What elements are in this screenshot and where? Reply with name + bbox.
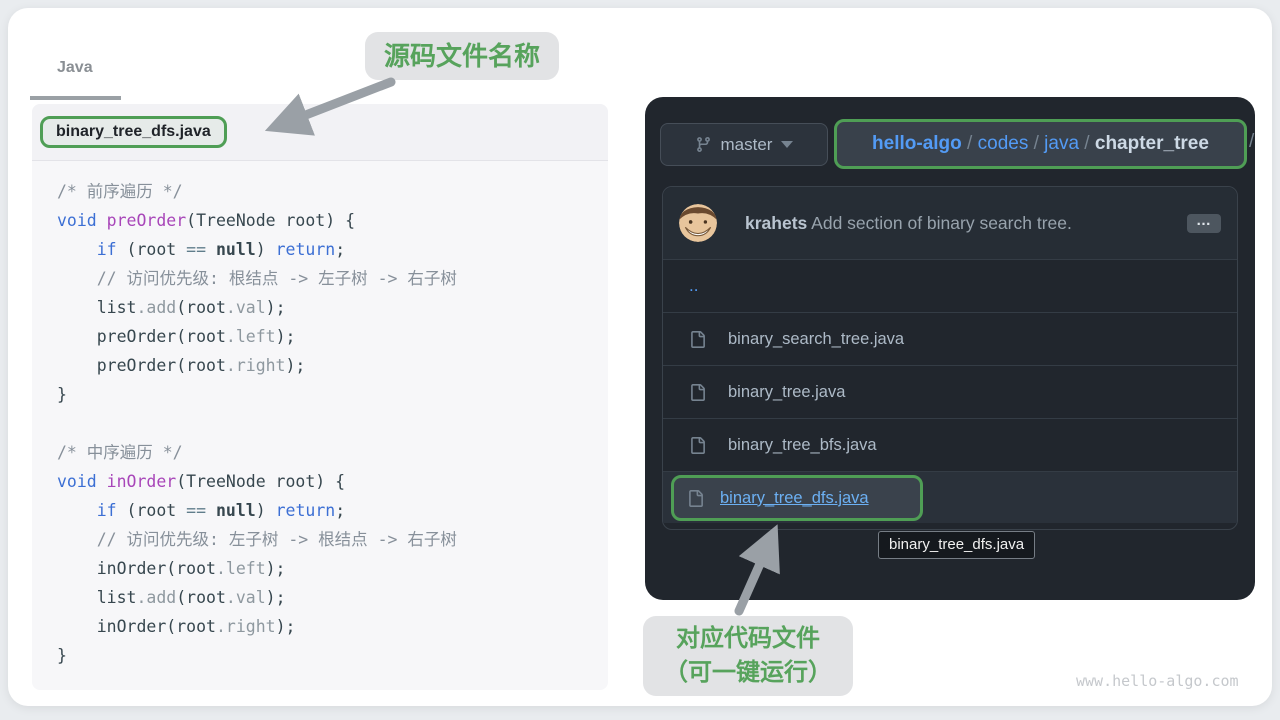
file-row-binary_search_tree.java[interactable]: binary_search_tree.java [663,312,1237,365]
code-line: if (root == null) return; [57,235,598,264]
code-line: } [57,641,598,670]
code-filename: binary_tree_dfs.java [56,123,211,140]
illustration-canvas: Java binary_tree_dfs.java /* 前序遍历 */void… [8,8,1272,706]
file-icon [687,490,704,507]
watermark: www.hello-algo.com [1076,672,1239,690]
annotation-source-filename: 源码文件名称 [365,32,559,80]
file-icon [689,437,706,454]
file-row-binary_tree_bfs.java[interactable]: binary_tree_bfs.java [663,418,1237,471]
breadcrumb-segment-chapter_tree: chapter_tree [1095,133,1209,155]
file-icon [689,331,706,348]
code-line: inOrder(root.right); [57,612,598,641]
code-line: preOrder(root.right); [57,351,598,380]
commit-author[interactable]: krahets [745,213,807,233]
code-card: binary_tree_dfs.java /* 前序遍历 */void preO… [32,104,608,690]
filename-annotation-box: binary_tree_dfs.java [40,116,227,148]
file-row-binary_tree_dfs.java[interactable]: binary_tree_dfs.java [663,471,1237,523]
github-file-browser: master hello-algo / codes / java / chapt… [645,97,1255,600]
breadcrumb-segment-hello-algo[interactable]: hello-algo [872,133,962,155]
file-rows: .. binary_search_tree.java binary_tree.jav… [663,259,1237,523]
file-link[interactable]: binary_search_tree.java [728,330,904,349]
avatar[interactable] [679,204,717,242]
commit-message: krahets Add section of binary search tre… [745,213,1072,234]
file-link[interactable]: binary_tree_bfs.java [728,436,877,455]
breadcrumb-separator: / [962,133,978,155]
breadcrumb-separator: / [1079,133,1095,155]
breadcrumb-segment-codes[interactable]: codes [978,133,1029,155]
code-line [57,409,598,438]
annotation-code-file-line2: （可一键运行） [643,656,853,690]
annotation-code-file: 对应代码文件 （可一键运行） [643,616,853,696]
file-link[interactable]: binary_tree_dfs.java [720,489,869,508]
code-line: list.add(root.val); [57,583,598,612]
tab-active-indicator [30,96,121,100]
commit-more-button[interactable]: … [1187,214,1221,233]
code-title-bar: binary_tree_dfs.java [32,104,608,161]
branch-name: master [721,135,773,155]
annotation-code-file-line1: 对应代码文件 [643,622,853,656]
code-line: // 访问优先级: 左子树 -> 根结点 -> 右子树 [57,525,598,554]
file-row-binary_tree.java[interactable]: binary_tree.java [663,365,1237,418]
highlighted-file-annotation-box: binary_tree_dfs.java [671,475,923,521]
breadcrumb-separator: / [1028,133,1044,155]
code-line: // 访问优先级: 根结点 -> 左子树 -> 右子树 [57,264,598,293]
code-line: /* 中序遍历 */ [57,438,598,467]
code-line: if (root == null) return; [57,496,598,525]
link-tooltip: binary_tree_dfs.java [878,531,1035,559]
file-row-up[interactable]: .. [663,259,1237,312]
code-block: /* 前序遍历 */void preOrder(TreeNode root) {… [32,161,608,670]
file-list-box: krahets Add section of binary search tre… [662,186,1238,530]
chevron-down-icon [781,141,793,148]
file-icon [689,384,706,401]
code-line: } [57,380,598,409]
code-line: /* 前序遍历 */ [57,177,598,206]
file-link[interactable]: binary_tree.java [728,383,845,402]
tab-java[interactable]: Java [57,59,93,77]
latest-commit-row: krahets Add section of binary search tre… [663,187,1237,259]
code-line: preOrder(root.left); [57,322,598,351]
code-line: void preOrder(TreeNode root) { [57,206,598,235]
code-line: inOrder(root.left); [57,554,598,583]
parent-directory-link[interactable]: .. [689,276,698,296]
code-line: void inOrder(TreeNode root) { [57,467,598,496]
commit-summary[interactable]: Add section of binary search tree. [807,213,1072,233]
breadcrumb-trailing-slash: / [1249,131,1254,153]
breadcrumb-segment-java[interactable]: java [1044,133,1079,155]
breadcrumb: hello-algo / codes / java / chapter_tree [834,119,1247,169]
code-line: list.add(root.val); [57,293,598,322]
git-branch-icon [695,136,712,153]
branch-selector-button[interactable]: master [660,123,828,166]
